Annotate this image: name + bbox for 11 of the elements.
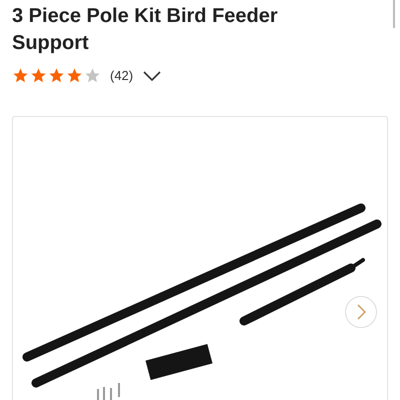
star-icon — [12, 67, 29, 84]
star-icon — [66, 67, 83, 84]
review-count: (42) — [110, 67, 134, 85]
chevron-right-icon — [356, 304, 366, 320]
star-icon — [48, 67, 65, 84]
star-icon — [84, 67, 101, 84]
expand-button[interactable] — [143, 70, 162, 81]
chevron-down-icon — [143, 70, 162, 81]
product-title: 3 Piece Pole Kit Bird Feeder Support — [12, 4, 279, 56]
scrollbar — [393, 0, 395, 28]
star-icon — [30, 67, 47, 84]
